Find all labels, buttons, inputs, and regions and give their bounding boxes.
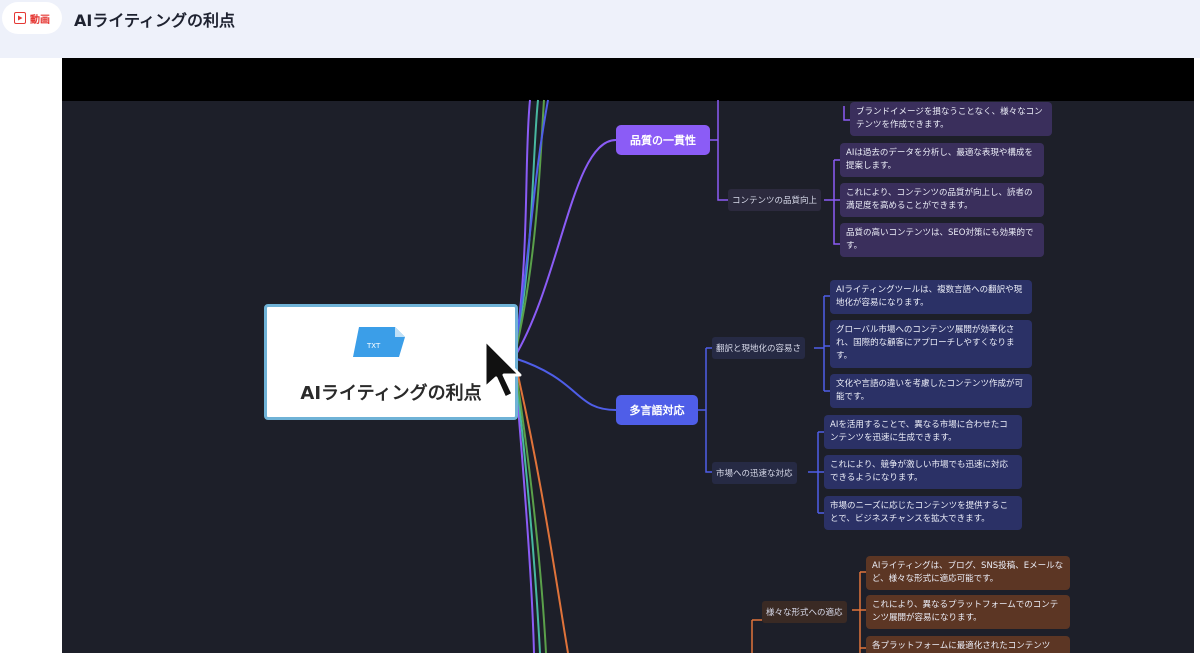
leaf-translation-3[interactable]: 文化や言語の違いを考慮したコンテンツ作成が可能です。 <box>830 374 1032 408</box>
branch-multilingual[interactable]: 多言語対応 <box>616 395 698 425</box>
leaf-quality-1[interactable]: AIは過去のデータを分析し、最適な表現や構成を提案します。 <box>840 143 1044 177</box>
leaf-market-2[interactable]: これにより、競争が激しい市場でも迅速に対応できるようになります。 <box>824 455 1022 489</box>
central-node-title: AIライティングの利点 <box>300 383 482 404</box>
page-title: AIライティングの利点 <box>74 11 236 30</box>
file-icon-label: TXT <box>366 342 381 350</box>
sub-market-response[interactable]: 市場への迅速な対応 <box>712 462 797 484</box>
play-icon <box>14 12 26 24</box>
leaf-quality-3[interactable]: 品質の高いコンテンツは、SEO対策にも効果的です。 <box>840 223 1044 257</box>
leaf-quality-top[interactable]: ブランドイメージを損なうことなく、様々なコンテンツを作成できます。 <box>850 102 1052 136</box>
leaf-formats-1[interactable]: AIライティングは、ブログ、SNS投稿、Eメールなど、様々な形式に適応可能です。 <box>866 556 1070 590</box>
badge-label: 動画 <box>30 14 50 26</box>
leaf-formats-3[interactable]: 各プラットフォームに最適化されたコンテンツ <box>866 636 1070 653</box>
leaf-market-3[interactable]: 市場のニーズに応じたコンテンツを提供することで、ビジネスチャンスを拡大できます。 <box>824 496 1022 530</box>
video-badge[interactable]: 動画 <box>2 2 62 34</box>
leaf-market-1[interactable]: AIを活用することで、異なる市場に合わせたコンテンツを迅速に生成できます。 <box>824 415 1022 449</box>
sub-translation[interactable]: 翻訳と現地化の容易さ <box>712 337 806 359</box>
left-margin <box>0 58 62 653</box>
right-margin <box>1194 58 1200 653</box>
txt-file-icon: TXT <box>353 327 405 357</box>
leaf-translation-1[interactable]: AIライティングツールは、複数言語への翻訳や現地化が容易になります。 <box>830 280 1032 314</box>
leaf-formats-2[interactable]: これにより、異なるプラットフォームでのコンテンツ展開が容易になります。 <box>866 595 1070 629</box>
leaf-translation-2[interactable]: グローバル市場へのコンテンツ展開が効率化され、国際的な顧客にアプローチしやすくな… <box>830 320 1032 368</box>
video-player[interactable]: TXT AIライティングの利点 品質の一貫性 ブランドイメージを損なうことなく、… <box>62 58 1194 653</box>
leaf-quality-2[interactable]: これにより、コンテンツの品質が向上し、読者の満足度を高めることができます。 <box>840 183 1044 217</box>
branch-quality[interactable]: 品質の一貫性 <box>616 125 710 155</box>
sub-content-quality[interactable]: コンテンツの品質向上 <box>728 189 822 211</box>
mouse-cursor-icon <box>483 338 522 400</box>
sub-formats[interactable]: 様々な形式への適応 <box>762 601 847 623</box>
central-node[interactable]: TXT AIライティングの利点 <box>264 304 518 420</box>
top-bar: 動画 AIライティングの利点 <box>0 0 1200 38</box>
